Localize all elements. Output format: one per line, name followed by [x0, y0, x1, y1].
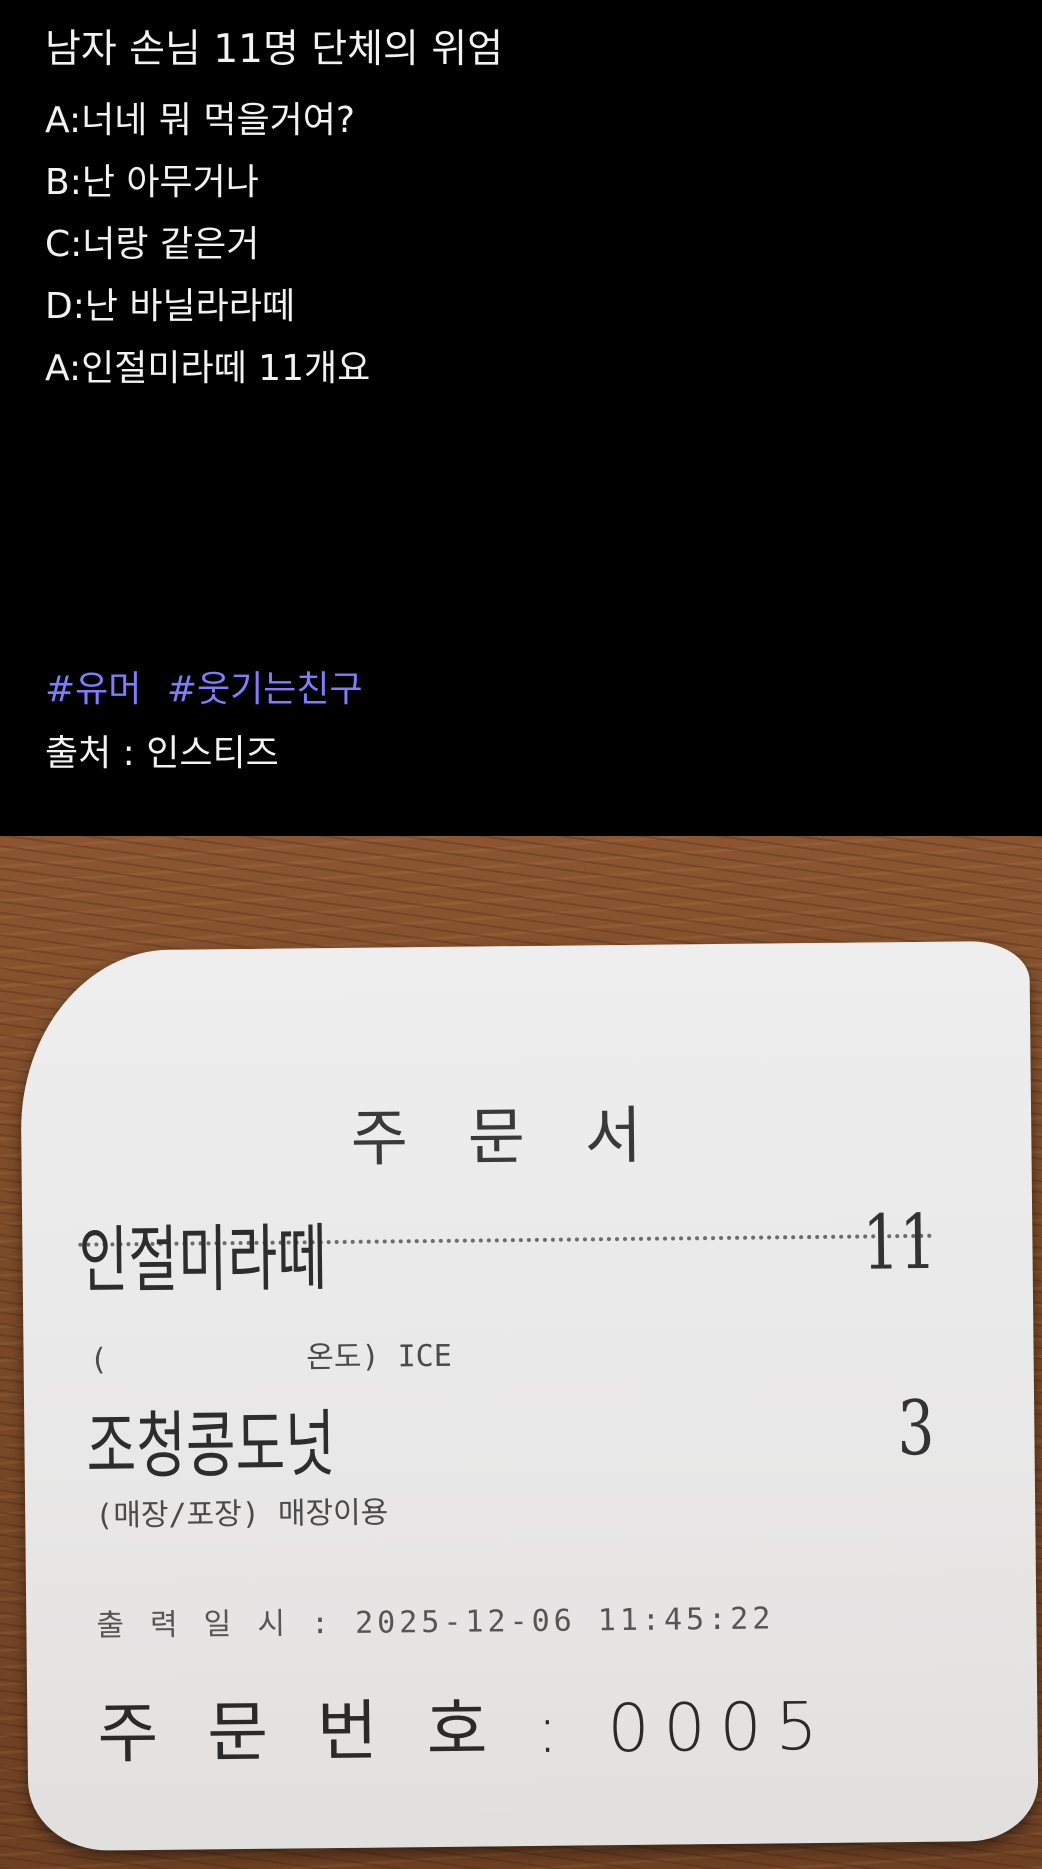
receipt-item-qty: 3: [896, 1383, 935, 1473]
receipt-item-option: (매장/포장) 매장이용: [95, 1495, 389, 1534]
receipt-order-number: 주 문 번 호 : 0005: [97, 1687, 832, 1773]
dialog-line: C:너랑 같은거: [45, 224, 260, 265]
hashtag-link[interactable]: #유머: [45, 669, 141, 710]
receipt-heading: 주문서: [350, 1098, 703, 1175]
dialog-list: A:너네 뭐 먹을거여? B:난 아무거나 C:너랑 같은거 D:난 바닐라라떼…: [45, 90, 1005, 400]
receipt-printed-at: 출 력 일 시 : 2025-12-06 11:45:22: [96, 1601, 775, 1644]
receipt-item-name: 인절미라떼: [78, 1215, 328, 1304]
receipt-item-option: ( 온도) ICE: [89, 1338, 453, 1378]
dialog-line: A:너네 뭐 먹을거여?: [45, 100, 355, 141]
dialog-line: D:난 바닐라라떼: [45, 286, 296, 327]
receipt-paper: 주문서 인절미라떼 11 ( 온도) ICE 조청콩도넛 3 (매장/포장) 매…: [19, 940, 1039, 1852]
receipt-item-name: 조청콩도넛: [86, 1401, 336, 1490]
receipt-item-qty: 11: [862, 1197, 937, 1287]
hashtag-row: #유머 #웃기는친구: [45, 664, 377, 716]
receipt-photo[interactable]: 주문서 인절미라떼 11 ( 온도) ICE 조청콩도넛 3 (매장/포장) 매…: [0, 836, 1042, 1869]
source-credit: 출처 : 인스티즈: [45, 733, 279, 774]
post-title: 남자 손님 11명 단체의 위엄: [45, 27, 504, 72]
hashtag-link[interactable]: #웃기는친구: [167, 669, 363, 710]
dialog-line: B:난 아무거나: [45, 162, 259, 203]
dialog-line: A:인절미라떼 11개요: [45, 348, 371, 389]
post-text: 남자 손님 11명 단체의 위엄 A:너네 뭐 먹을거여? B:난 아무거나 C…: [45, 22, 1005, 400]
